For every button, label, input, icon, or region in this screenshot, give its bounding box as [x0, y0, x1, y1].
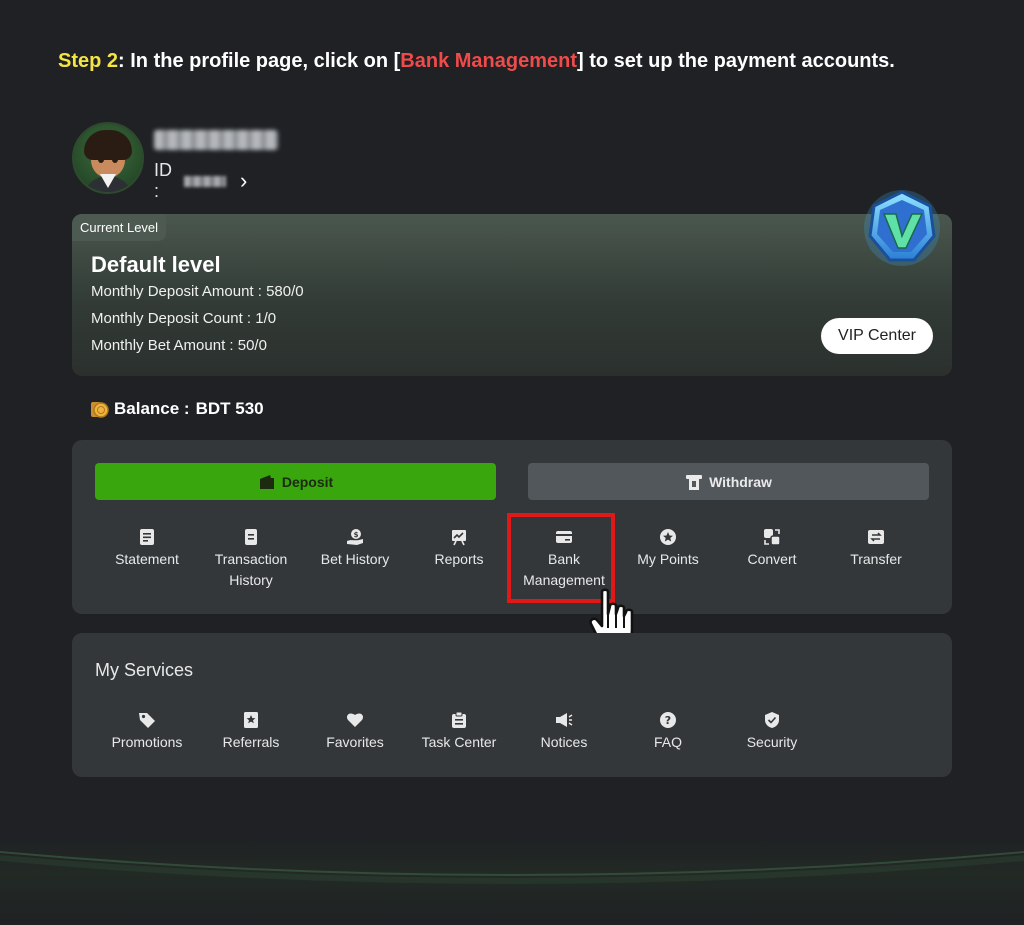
- reports-icon: [452, 530, 466, 546]
- menu-item-my-points[interactable]: My Points: [616, 528, 720, 570]
- heart-icon: [346, 713, 364, 727]
- service-item-label: Referrals: [222, 734, 280, 750]
- service-item-label: Notices: [540, 734, 588, 750]
- service-item-promotions[interactable]: Promotions: [95, 711, 199, 753]
- svg-text:$: $: [354, 531, 359, 539]
- level-title: Default level: [91, 252, 221, 277]
- transfer-icon: [868, 530, 884, 544]
- bookmark-star-icon: [244, 712, 258, 728]
- my-services-card: My Services: [72, 633, 952, 777]
- service-item-security[interactable]: Security: [720, 711, 824, 753]
- instruction-text: Step 2: In the profile page, click on [B…: [58, 50, 895, 73]
- service-item-label: Task Center: [421, 734, 497, 750]
- vip-center-button[interactable]: VIP Center: [821, 318, 933, 354]
- current-level-tag: Current Level: [72, 214, 167, 241]
- menu-item-label: Convert: [747, 551, 797, 567]
- service-item-label: Security: [746, 734, 798, 750]
- service-item-faq[interactable]: ? FAQ: [616, 711, 720, 753]
- username-blurred: [154, 130, 278, 150]
- service-item-notices[interactable]: Notices: [512, 711, 616, 753]
- withdraw-label: Withdraw: [709, 473, 772, 490]
- points-icon: [660, 529, 676, 545]
- service-item-referrals[interactable]: Referrals: [199, 711, 303, 753]
- convert-icon: [764, 529, 781, 546]
- bet-history-icon: $: [347, 529, 363, 545]
- bottom-decoration: [0, 838, 1024, 925]
- balance-row: Balance : BDT 530: [88, 398, 264, 420]
- clipboard-icon: [452, 711, 466, 728]
- monthly-bet-amount: Monthly Bet Amount : 50/0: [91, 337, 267, 354]
- wallet-icon: [259, 474, 274, 489]
- menu-item-label: Transfer: [850, 551, 902, 567]
- menu-item-transfer[interactable]: Transfer: [824, 528, 928, 570]
- id-label: ID :: [154, 160, 172, 201]
- menu-item-label: My Points: [637, 551, 699, 567]
- transaction-history-icon: [245, 529, 257, 545]
- deposit-button[interactable]: Deposit: [95, 463, 496, 500]
- service-item-label: Promotions: [111, 734, 183, 750]
- withdraw-button[interactable]: Withdraw: [528, 463, 929, 500]
- deposit-label: Deposit: [281, 473, 334, 490]
- menu-item-label: Transaction History: [214, 551, 288, 588]
- service-item-favorites[interactable]: Favorites: [303, 711, 407, 753]
- menu-item-statement[interactable]: Statement: [95, 528, 199, 570]
- monthly-deposit-amount: Monthly Deposit Amount : 580/0: [91, 283, 304, 300]
- coin-icon: [91, 402, 109, 418]
- menu-item-label: Bet History: [320, 551, 390, 567]
- instruction-highlight: Bank Management: [400, 50, 578, 72]
- question-icon: ?: [660, 712, 676, 728]
- menu-item-reports[interactable]: Reports: [407, 528, 511, 570]
- user-id-row[interactable]: ID : ›: [154, 160, 247, 202]
- chevron-right-icon[interactable]: ›: [240, 168, 247, 194]
- instruction-part-1: : In the profile page, click on [: [118, 50, 401, 72]
- current-level-card: Current Level Default level Monthly Depo…: [72, 214, 952, 376]
- service-item-label: FAQ: [653, 734, 682, 750]
- balance-label: Balance :: [114, 399, 190, 418]
- avatar[interactable]: [72, 122, 144, 194]
- svg-text:?: ?: [665, 714, 671, 727]
- withdraw-icon: [686, 474, 703, 490]
- tag-icon: [139, 713, 155, 728]
- vip-badge-icon: [864, 190, 940, 266]
- menu-item-label: Statement: [115, 551, 179, 567]
- menu-item-label: Reports: [434, 551, 484, 567]
- menu-item-bet-history[interactable]: $ Bet History: [303, 528, 407, 570]
- service-item-label: Favorites: [326, 734, 384, 750]
- step-label: Step 2: [58, 50, 119, 72]
- statement-icon: [140, 529, 154, 545]
- menu-item-transaction-history[interactable]: Transaction History: [199, 528, 303, 591]
- services-title: My Services: [95, 660, 194, 680]
- megaphone-icon: [556, 713, 573, 727]
- user-id-blurred: [184, 175, 226, 187]
- menu-item-convert[interactable]: Convert: [720, 528, 824, 570]
- instruction-part-2: ] to set up the payment accounts.: [577, 50, 895, 72]
- balance-value: BDT 530: [195, 399, 264, 418]
- shield-icon: [765, 712, 779, 728]
- service-item-task-center[interactable]: Task Center: [407, 711, 511, 753]
- monthly-deposit-count: Monthly Deposit Count : 1/0: [91, 310, 277, 327]
